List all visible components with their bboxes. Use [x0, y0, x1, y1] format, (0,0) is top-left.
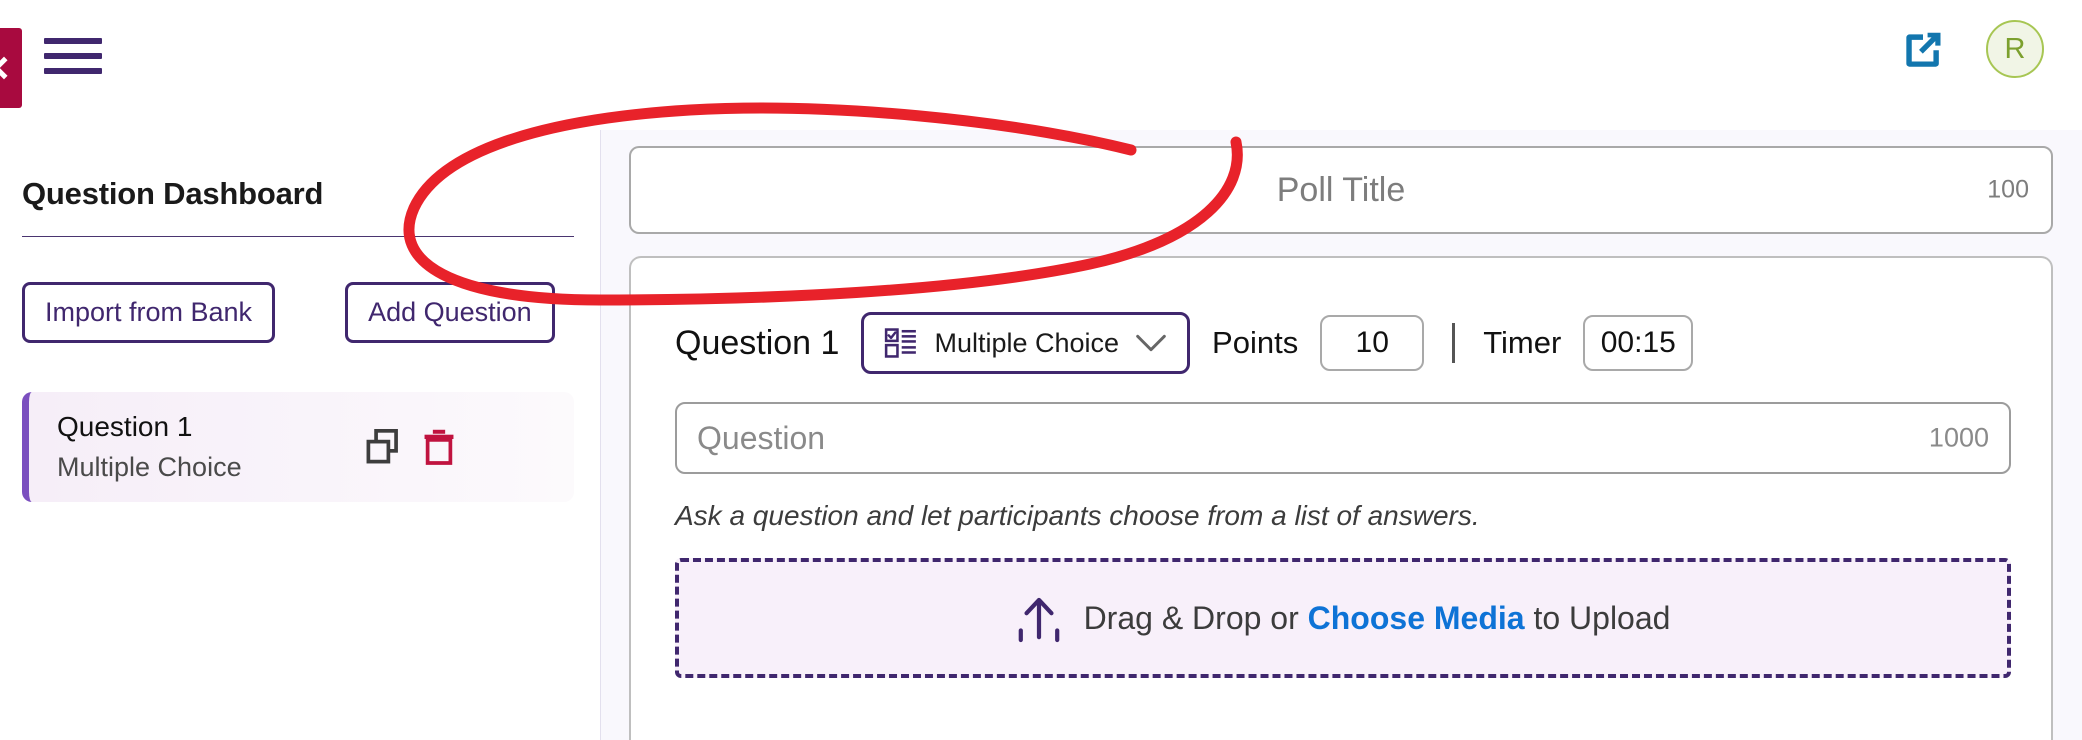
- import-from-bank-button[interactable]: Import from Bank: [22, 282, 276, 343]
- upload-suffix: to Upload: [1524, 599, 1671, 636]
- upload-arrow-icon: [1018, 597, 1059, 643]
- hamburger-line-3: [44, 68, 102, 74]
- chevron-down-icon: [1136, 334, 1166, 352]
- question-helper-text: Ask a question and let participants choo…: [675, 500, 1480, 531]
- question-list-item-texts: Question 1 Multiple Choice: [57, 411, 242, 483]
- timer-label: Timer: [1483, 325, 1562, 360]
- question-type-value: Multiple Choice: [934, 327, 1120, 358]
- question-header-row: Question 1 Multiple Choice Points 10 Tim…: [675, 312, 2007, 374]
- question-dashboard-panel: Question Dashboard Import from Bank Add …: [0, 130, 600, 740]
- hamburger-line-2: [44, 53, 102, 59]
- dashboard-actions: Import from Bank Add Question: [22, 282, 555, 343]
- top-bar-actions: R: [1898, 20, 2044, 78]
- external-link-icon[interactable]: [1898, 24, 1948, 74]
- question-list-item-title: Question 1: [57, 411, 193, 442]
- question-type-select[interactable]: Multiple Choice: [861, 312, 1191, 374]
- question-text-placeholder: Question: [697, 419, 826, 456]
- checklist-icon: [885, 328, 917, 358]
- page-title: Question Dashboard: [22, 176, 324, 211]
- title-divider: [22, 236, 574, 237]
- top-bar: R: [0, 0, 2082, 130]
- points-input[interactable]: 10: [1320, 315, 1425, 371]
- chevron-left-icon: [0, 56, 16, 80]
- media-upload-dropzone[interactable]: Drag & Drop or Choose Media to Upload: [675, 558, 2011, 678]
- question-list-item[interactable]: Question 1 Multiple Choice: [22, 392, 574, 502]
- duplicate-icon[interactable]: [364, 427, 402, 467]
- avatar[interactable]: R: [1986, 20, 2044, 78]
- question-list: Question 1 Multiple Choice: [22, 392, 574, 502]
- header-divider: [1452, 323, 1456, 363]
- question-text-input[interactable]: Question 1000: [675, 402, 2011, 474]
- trash-icon[interactable]: [420, 427, 458, 467]
- poll-title-input[interactable]: Poll Title 100: [629, 146, 2053, 234]
- hamburger-menu-button[interactable]: [44, 32, 102, 80]
- app-root: R Question Dashboard Import from Bank Ad…: [0, 0, 2082, 740]
- upload-instructions: Drag & Drop or Choose Media to Upload: [1084, 600, 1671, 637]
- poll-editor-panel: Poll Title 100 Question 1 Multiple Choic…: [600, 130, 2082, 740]
- question-text-char-counter: 1000: [1928, 422, 1989, 453]
- question-list-item-type: Multiple Choice: [57, 452, 242, 482]
- question-editor-card: Question 1 Multiple Choice Points 10 Tim…: [629, 256, 2053, 740]
- avatar-initial: R: [2004, 32, 2026, 65]
- upload-prefix: Drag & Drop or: [1083, 599, 1308, 636]
- collapse-sidebar-tab[interactable]: [0, 28, 22, 108]
- question-number-label: Question 1: [675, 323, 840, 362]
- add-question-button[interactable]: Add Question: [345, 282, 555, 343]
- timer-input[interactable]: 00:15: [1583, 315, 1694, 371]
- hamburger-line-1: [44, 38, 102, 44]
- question-list-item-actions: [364, 427, 458, 467]
- choose-media-link[interactable]: Choose Media: [1308, 600, 1525, 636]
- points-label: Points: [1212, 325, 1299, 360]
- poll-title-placeholder: Poll Title: [1276, 170, 1406, 209]
- poll-title-char-counter: 100: [1987, 175, 2029, 204]
